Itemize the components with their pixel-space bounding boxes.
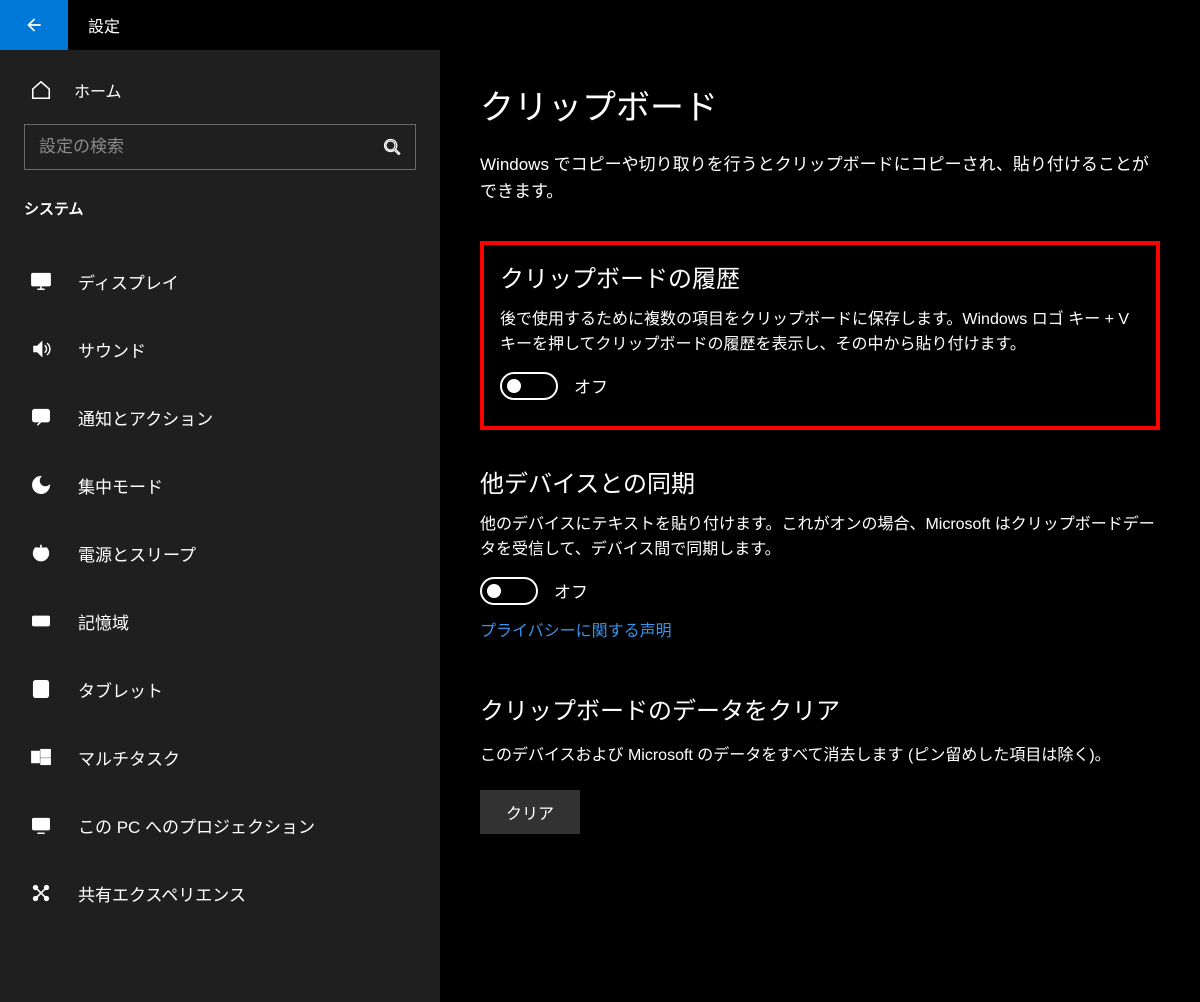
multitask-icon xyxy=(30,746,52,768)
sidebar-item-notifications[interactable]: 通知とアクション xyxy=(0,383,440,451)
sidebar-item-display[interactable]: ディスプレイ xyxy=(0,247,440,315)
notifications-icon xyxy=(30,406,52,428)
search-input[interactable] xyxy=(39,137,383,157)
sidebar-item-share[interactable]: 共有エクスペリエンス xyxy=(0,859,440,927)
page-title: クリップボード xyxy=(480,80,1160,129)
sync-toggle-label: オフ xyxy=(554,578,588,603)
section-label: システム xyxy=(0,198,440,247)
arrow-left-icon xyxy=(24,15,44,35)
toggle-knob xyxy=(507,379,521,393)
sidebar-item-label: タブレット xyxy=(78,677,163,702)
sidebar-item-sound[interactable]: サウンド xyxy=(0,315,440,383)
sidebar-item-multitask[interactable]: マルチタスク xyxy=(0,723,440,791)
projection-icon xyxy=(30,814,52,836)
sidebar-item-label: マルチタスク xyxy=(78,745,180,770)
sync-toggle[interactable] xyxy=(480,577,538,605)
moon-icon xyxy=(30,474,52,496)
sidebar-item-storage[interactable]: 記憶域 xyxy=(0,587,440,655)
sync-desc: 他のデバイスにテキストを貼り付けます。これがオンの場合、Microsoft はク… xyxy=(480,513,1160,563)
search-box[interactable] xyxy=(24,124,416,170)
sidebar-item-label: ディスプレイ xyxy=(78,269,179,294)
sidebar-item-label: 共有エクスペリエンス xyxy=(78,881,246,906)
titlebar: 設定 xyxy=(0,0,1200,50)
home-label: ホーム xyxy=(74,78,122,102)
sidebar-item-label: 通知とアクション xyxy=(78,405,213,430)
clear-desc: このデバイスおよび Microsoft のデータをすべて消去します (ピン留めし… xyxy=(480,744,1160,769)
clear-section: クリップボードのデータをクリア このデバイスおよび Microsoft のデータ… xyxy=(480,691,1160,835)
clear-heading: クリップボードのデータをクリア xyxy=(480,691,1160,726)
home-link[interactable]: ホーム xyxy=(0,78,440,124)
sidebar-item-label: 記憶域 xyxy=(78,609,129,634)
search-icon xyxy=(383,138,401,156)
sidebar-item-label: サウンド xyxy=(78,337,146,362)
home-icon xyxy=(30,79,52,101)
display-icon xyxy=(30,270,52,292)
sync-section: 他デバイスとの同期 他のデバイスにテキストを貼り付けます。これがオンの場合、Mi… xyxy=(480,464,1160,685)
sidebar-item-power[interactable]: 電源とスリープ xyxy=(0,519,440,587)
history-heading: クリップボードの履歴 xyxy=(500,259,1140,294)
main-content: クリップボード Windows でコピーや切り取りを行うとクリップボードにコピー… xyxy=(440,50,1200,1002)
clear-button[interactable]: クリア xyxy=(480,790,580,834)
sidebar-item-projection[interactable]: この PC へのプロジェクション xyxy=(0,791,440,859)
tablet-icon xyxy=(30,678,52,700)
storage-icon xyxy=(30,610,52,632)
sidebar-item-focus[interactable]: 集中モード xyxy=(0,451,440,519)
sidebar-item-tablet[interactable]: タブレット xyxy=(0,655,440,723)
intro-text: Windows でコピーや切り取りを行うとクリップボードにコピーされ、貼り付ける… xyxy=(480,151,1160,205)
toggle-knob xyxy=(487,584,501,598)
history-toggle-label: オフ xyxy=(574,373,608,398)
sidebar: ホーム システム ディスプレイ サウンド 通知とアクション xyxy=(0,50,440,1002)
sync-heading: 他デバイスとの同期 xyxy=(480,464,1160,499)
sidebar-item-label: 集中モード xyxy=(78,473,163,498)
share-icon xyxy=(30,882,52,904)
sidebar-item-label: 電源とスリープ xyxy=(78,541,196,566)
power-icon xyxy=(30,542,52,564)
sound-icon xyxy=(30,338,52,360)
sidebar-item-label: この PC へのプロジェクション xyxy=(78,813,315,838)
back-button[interactable] xyxy=(0,0,68,50)
privacy-link[interactable]: プライバシーに関する声明 xyxy=(480,617,672,641)
clipboard-history-section: クリップボードの履歴 後で使用するために複数の項目をクリップボードに保存します。… xyxy=(480,241,1160,430)
app-title: 設定 xyxy=(88,13,120,37)
history-desc: 後で使用するために複数の項目をクリップボードに保存します。Windows ロゴ … xyxy=(500,308,1140,358)
history-toggle[interactable] xyxy=(500,372,558,400)
